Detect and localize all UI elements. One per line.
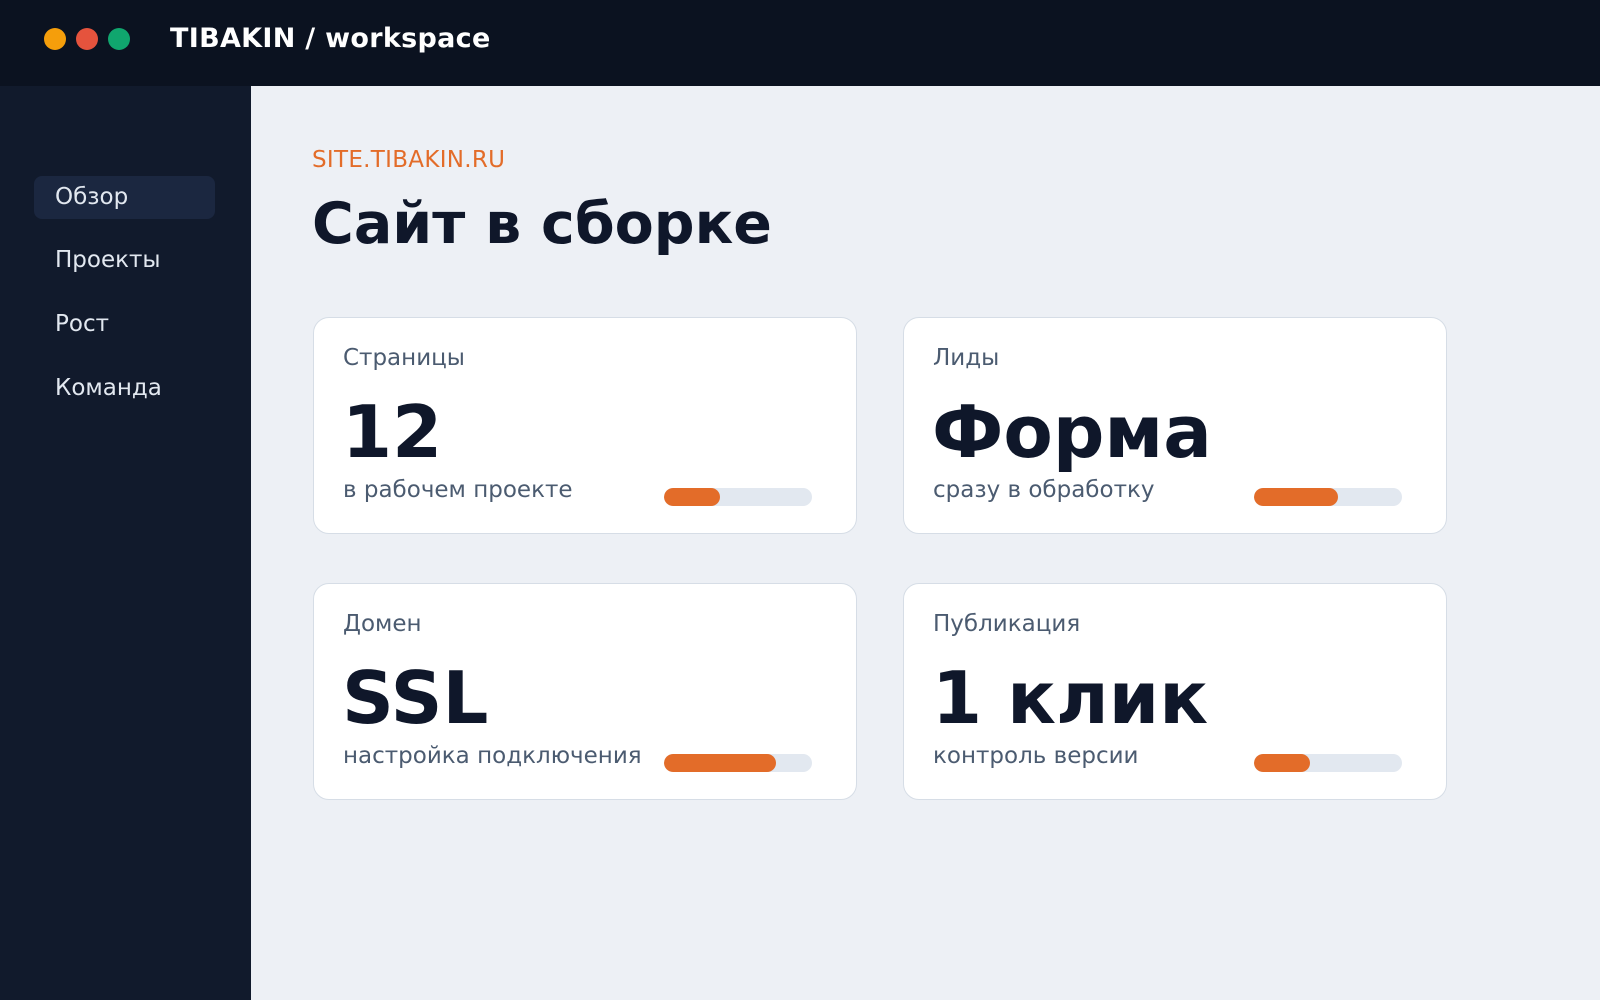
- minimize-dot[interactable]: [44, 28, 66, 50]
- card-label: Лиды: [933, 345, 1000, 371]
- maximize-dot[interactable]: [108, 28, 130, 50]
- title-bar: TIBAKIN / workspace: [0, 0, 1600, 86]
- site-domain-label: SITE.TIBAKIN.RU: [312, 147, 506, 173]
- sidebar-item-projects[interactable]: Проекты: [34, 239, 215, 282]
- main-content: SITE.TIBAKIN.RU Сайт в сборке Страницы 1…: [251, 86, 1600, 1000]
- progress-fill: [1254, 488, 1339, 506]
- card-leads: Лиды Форма сразу в обработку: [903, 317, 1447, 534]
- card-value: 1 клик: [932, 656, 1209, 740]
- progress-bar: [664, 488, 812, 506]
- progress-bar: [664, 754, 812, 772]
- card-value: Форма: [932, 390, 1212, 474]
- card-value: 12: [342, 390, 443, 474]
- card-publication: Публикация 1 клик контроль версии: [903, 583, 1447, 800]
- card-subtitle: настройка подключения: [343, 743, 642, 769]
- page-title: Сайт в сборке: [312, 191, 772, 257]
- card-value: SSL: [342, 656, 489, 740]
- progress-fill: [1254, 754, 1311, 772]
- card-subtitle: контроль версии: [933, 743, 1139, 769]
- card-subtitle: сразу в обработку: [933, 477, 1155, 503]
- sidebar-item-growth[interactable]: Рост: [34, 303, 215, 346]
- progress-bar: [1254, 488, 1402, 506]
- app-title: TIBAKIN / workspace: [170, 23, 491, 54]
- progress-fill: [664, 488, 721, 506]
- card-label: Страницы: [343, 345, 465, 371]
- card-label: Домен: [343, 611, 422, 637]
- card-pages: Страницы 12 в рабочем проекте: [313, 317, 857, 534]
- card-label: Публикация: [933, 611, 1081, 637]
- progress-fill: [664, 754, 777, 772]
- card-subtitle: в рабочем проекте: [343, 477, 573, 503]
- sidebar-item-team[interactable]: Команда: [34, 367, 215, 410]
- sidebar: Обзор Проекты Рост Команда: [0, 86, 251, 1000]
- sidebar-item-overview[interactable]: Обзор: [34, 176, 215, 219]
- close-dot[interactable]: [76, 28, 98, 50]
- card-domain: Домен SSL настройка подключения: [313, 583, 857, 800]
- progress-bar: [1254, 754, 1402, 772]
